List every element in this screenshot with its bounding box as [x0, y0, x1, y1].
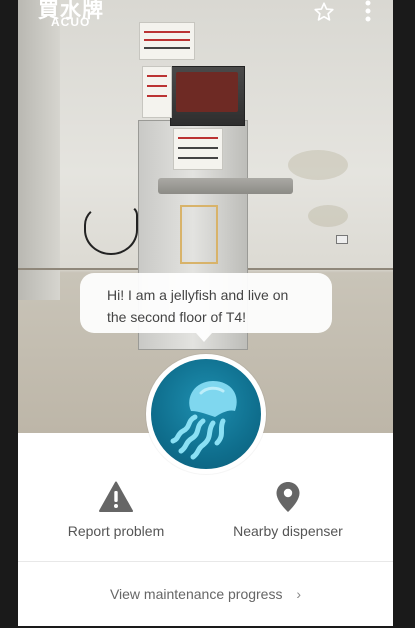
report-problem-label: Report problem	[67, 523, 165, 539]
location-pin-icon	[276, 482, 300, 512]
device-frame: 買水牌 ACUO Hi! I am a jellyfish and live o…	[0, 0, 415, 628]
view-maintenance-progress-link[interactable]: View maintenance progress ›	[18, 586, 393, 602]
panel-divider	[18, 561, 393, 562]
wall-notice	[139, 22, 195, 60]
report-problem-button[interactable]: Report problem	[41, 481, 191, 539]
warning-icon	[99, 481, 133, 512]
wall-stain	[288, 150, 348, 180]
wall-outlet	[336, 235, 348, 244]
wall-corner	[18, 0, 60, 300]
speech-line-2: the second floor of T4!	[107, 309, 247, 325]
wall-stain	[308, 205, 348, 227]
dispenser-control-panel	[176, 72, 238, 112]
maintenance-progress-label: View maintenance progress	[109, 586, 283, 602]
speech-line-1: Hi! I am a jellyfish and live on	[107, 287, 289, 303]
app-screen: 買水牌 ACUO Hi! I am a jellyfish and live o…	[18, 0, 393, 626]
speech-bubble-tail	[196, 333, 212, 342]
dispenser-avatar	[146, 354, 266, 474]
chevron-right-icon: ›	[296, 586, 302, 602]
dispenser-notice	[142, 66, 172, 118]
speech-bubble: Hi! I am a jellyfish and live on the sec…	[80, 273, 332, 333]
app-logo-subtitle: ACUO	[51, 15, 91, 29]
nearby-dispenser-button[interactable]: Nearby dispenser	[213, 481, 363, 539]
jellyfish-icon	[170, 381, 237, 460]
dispenser-door	[180, 205, 218, 264]
dispenser-tray	[158, 178, 293, 194]
star-outline-icon[interactable]	[313, 1, 335, 23]
more-vertical-icon[interactable]	[358, 0, 378, 24]
nearby-dispenser-label: Nearby dispenser	[233, 523, 343, 539]
power-cable	[84, 205, 138, 255]
dispenser-notice	[173, 128, 223, 170]
